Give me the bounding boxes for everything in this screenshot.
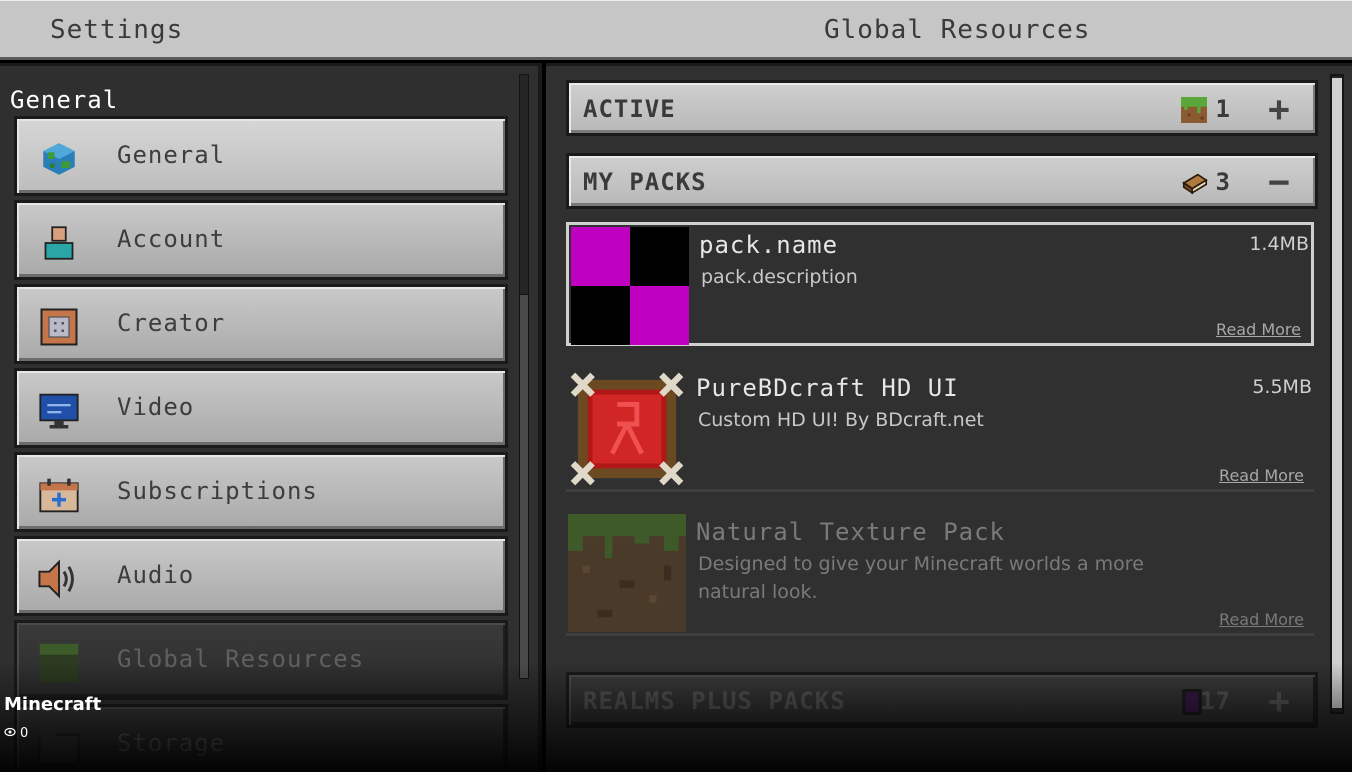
view-count: 0 <box>4 726 28 741</box>
sidebar-section-label: General <box>10 86 119 114</box>
header-bar: Settings Global Resources <box>0 0 1352 60</box>
sidebar-item-label: Audio <box>117 561 195 589</box>
pack-description: Custom HD UI! By BDcraft.net <box>698 409 984 431</box>
pack-item[interactable]: Natural Texture Pack Designed to give yo… <box>566 512 1314 636</box>
sidebar-item-label: Storage <box>117 729 226 757</box>
sidebar-item-audio[interactable]: Audio <box>14 536 508 616</box>
pack-description: Designed to give your Minecraft worlds a… <box>698 553 1144 603</box>
sidebar-item-label: Subscriptions <box>117 477 318 505</box>
sidebar-item-account[interactable]: Account <box>14 200 508 280</box>
global-resources-panel: ACTIVE 1 + MY PACKS 3 − pack.name pack.d… <box>546 63 1352 772</box>
pack-item[interactable]: PureBDcraft HD UI Custom HD UI! By BDcra… <box>566 368 1314 492</box>
app-name-label: Minecraft <box>4 694 102 715</box>
read-more-link[interactable]: Read More <box>1216 320 1301 339</box>
collapse-minus-icon[interactable]: − <box>1261 162 1297 203</box>
expand-plus-icon[interactable]: + <box>1261 681 1297 722</box>
section-title: ACTIVE <box>583 95 676 123</box>
read-more-link[interactable]: Read More <box>1219 610 1304 629</box>
eye-icon <box>4 726 16 741</box>
missing-texture-thumbnail <box>571 227 689 345</box>
bdcraft-pack-thumbnail <box>568 370 686 488</box>
packs-scrollbar-thumb[interactable] <box>1332 78 1342 708</box>
pack-size: 5.5MB <box>1252 376 1312 398</box>
folder-icon <box>35 723 83 771</box>
pack-name: pack.name <box>699 231 839 259</box>
sidebar-item-subscriptions[interactable]: Subscriptions <box>14 452 508 532</box>
sidebar-item-label: Creator <box>117 309 226 337</box>
pack-description: pack.description <box>701 266 858 288</box>
pack-name: PureBDcraft HD UI <box>696 374 959 402</box>
active-section-header[interactable]: ACTIVE 1 + <box>566 80 1318 136</box>
sidebar-item-global-resources[interactable]: Global Resources <box>14 620 508 700</box>
active-pack-count: 1 <box>1215 95 1231 123</box>
view-count-value: 0 <box>20 726 29 741</box>
section-title: MY PACKS <box>583 168 707 196</box>
pack-name: Natural Texture Pack <box>696 518 1005 546</box>
sidebar-item-video[interactable]: Video <box>14 368 508 448</box>
natural-texture-thumbnail <box>568 514 686 632</box>
grass-block-icon <box>35 639 83 687</box>
read-more-link[interactable]: Read More <box>1219 466 1304 485</box>
my-packs-section-header[interactable]: MY PACKS 3 − <box>566 153 1318 209</box>
sidebar-item-label: General <box>117 141 226 169</box>
grass-block-icon <box>1181 97 1207 123</box>
my-packs-count: 3 <box>1215 168 1231 196</box>
globe-icon <box>35 135 83 183</box>
pack-item[interactable]: pack.name pack.description 1.4MB Read Mo… <box>566 222 1314 346</box>
expand-plus-icon[interactable]: + <box>1261 89 1297 130</box>
page-title: Settings <box>50 15 184 45</box>
realms-pack-count: 17 <box>1200 687 1231 715</box>
calendar-plus-icon <box>35 471 83 519</box>
sidebar-item-label: Global Resources <box>117 645 365 673</box>
sidebar-item-label: Account <box>117 225 226 253</box>
account-icon <box>35 219 83 267</box>
book-icon <box>1181 170 1208 196</box>
monitor-icon <box>35 387 83 435</box>
realms-plus-section-header[interactable]: REALMS PLUS PACKS 17 + <box>566 672 1318 728</box>
section-title: REALMS PLUS PACKS <box>583 687 846 715</box>
pack-size: 1.4MB <box>1249 233 1309 255</box>
panel-title: Global Resources <box>824 15 1091 45</box>
sidebar-scrollbar-thumb[interactable] <box>519 294 529 679</box>
sidebar-item-label: Video <box>117 393 195 421</box>
creator-icon <box>35 303 83 351</box>
settings-sidebar: General General Account Creator Video Su… <box>0 63 542 772</box>
sidebar-item-creator[interactable]: Creator <box>14 284 508 364</box>
sidebar-item-general[interactable]: General <box>14 116 508 196</box>
speaker-icon <box>35 555 83 603</box>
